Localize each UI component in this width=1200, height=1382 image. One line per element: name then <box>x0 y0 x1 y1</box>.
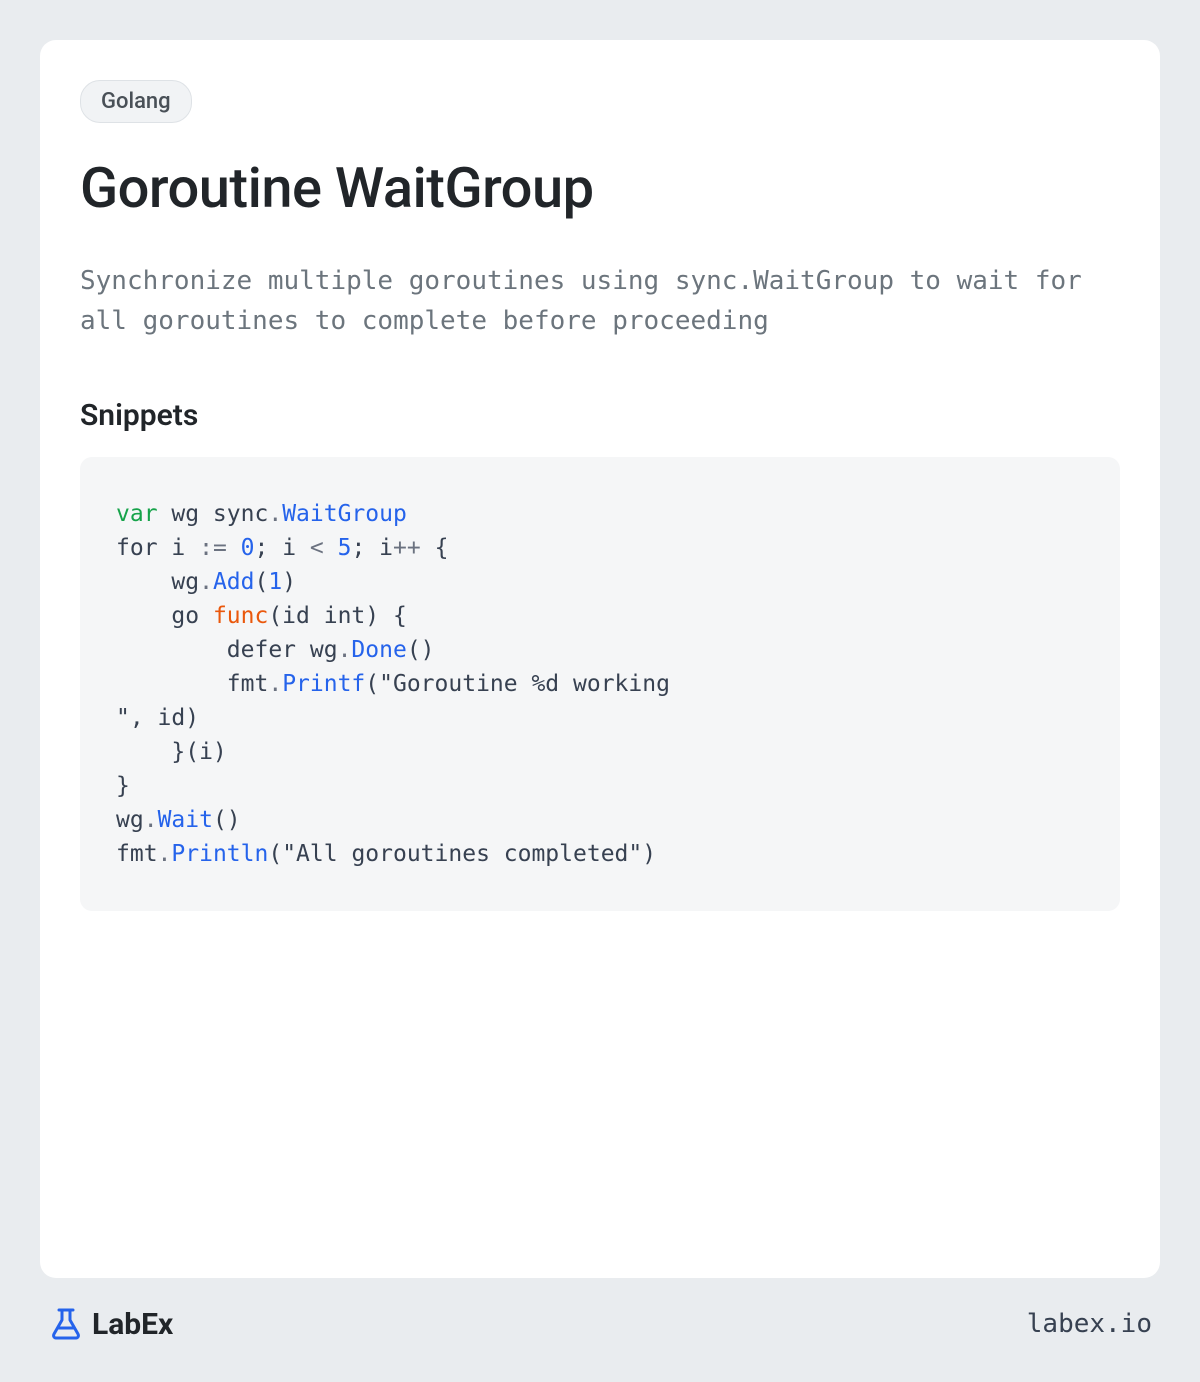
brand-logo: LabEx <box>48 1306 173 1342</box>
language-tag: Golang <box>80 80 192 123</box>
logo-text: LabEx <box>92 1307 173 1342</box>
flask-icon <box>48 1306 84 1342</box>
description-text: Synchronize multiple goroutines using sy… <box>80 261 1120 342</box>
page-title: Goroutine WaitGroup <box>80 155 1120 221</box>
code-snippet: var wg sync.WaitGroup for i := 0; i < 5;… <box>80 457 1120 911</box>
snippets-heading: Snippets <box>80 398 1120 433</box>
site-url: labex.io <box>1027 1309 1152 1339</box>
page-footer: LabEx labex.io <box>40 1278 1160 1342</box>
content-card: Golang Goroutine WaitGroup Synchronize m… <box>40 40 1160 1278</box>
